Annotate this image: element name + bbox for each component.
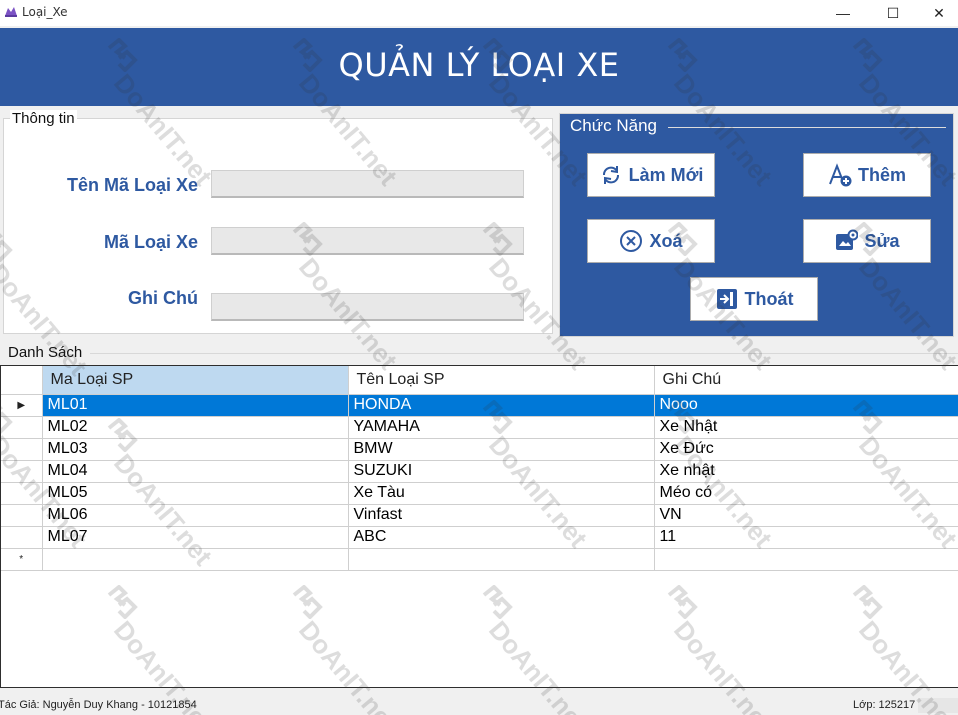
delete-button[interactable]: Xoá — [587, 219, 715, 263]
table-row[interactable]: ML02 YAMAHA Xe Nhật — [1, 416, 958, 439]
table-cell[interactable]: Xe Đức — [654, 438, 958, 461]
table-cell[interactable]: Xe Tàu — [348, 482, 655, 505]
row-header[interactable] — [1, 482, 43, 505]
column-header[interactable]: Tên Loại SP — [348, 366, 655, 395]
delete-circle-icon — [620, 230, 643, 252]
table-cell[interactable]: Méo có — [654, 482, 958, 505]
ghi-chu-input[interactable] — [211, 293, 524, 321]
new-row-marker[interactable]: * — [1, 548, 43, 571]
refresh-icon — [602, 166, 619, 184]
table-cell[interactable]: ABC — [348, 526, 655, 549]
table-row[interactable]: ML04 SUZUKI Xe nhật — [1, 460, 958, 483]
add-text-icon — [829, 163, 852, 187]
table-cell[interactable]: YAMAHA — [348, 416, 655, 439]
function-group-legend: Chức Năng — [568, 116, 659, 136]
table-row[interactable]: ML03 BMW Xe Đức — [1, 438, 958, 461]
table-cell[interactable]: ML03 — [42, 438, 349, 461]
edit-button[interactable]: Sửa — [803, 219, 931, 263]
app-icon — [5, 7, 17, 17]
table-cell[interactable]: SUZUKI — [348, 460, 655, 483]
close-button[interactable]: ✕ — [916, 0, 958, 26]
table-cell[interactable]: 11 — [654, 526, 958, 549]
table-cell[interactable] — [654, 548, 958, 571]
table-cell[interactable]: ML01 — [42, 394, 349, 417]
ghi-chu-label: Ghi Chú — [128, 288, 198, 308]
table-cell[interactable]: Xe nhật — [654, 460, 958, 483]
table-row[interactable]: ▶ ML01 HONDA Nooo — [1, 394, 958, 417]
table-cell[interactable]: ML07 — [42, 526, 349, 549]
maximize-button[interactable]: ☐ — [870, 0, 916, 26]
row-header-corner — [1, 366, 43, 395]
row-header[interactable] — [1, 438, 43, 461]
table-cell[interactable]: ML05 — [42, 482, 349, 505]
info-group: Thông tin Tên Mã Loại Xe Mã Loại Xe Ghi … — [3, 110, 553, 334]
row-header[interactable] — [1, 460, 43, 483]
column-header[interactable]: Ma Loại SP — [42, 366, 349, 395]
function-group-border — [668, 127, 946, 128]
table-row[interactable]: ML06 Vinfast VN — [1, 504, 958, 527]
exit-button-label: Thoát — [744, 288, 794, 309]
table-cell[interactable]: HONDA — [348, 394, 655, 417]
table-cell[interactable]: ML02 — [42, 416, 349, 439]
page-title: QUẢN LÝ LOẠI XE — [338, 46, 620, 84]
function-group: Chức Năng Làm Mới Thêm Xoá Sửa Thoát — [559, 113, 954, 337]
row-header[interactable] — [1, 526, 43, 549]
ma-loai-xe-label: Mã Loại Xe — [103, 232, 198, 252]
ma-loai-xe-input[interactable] — [211, 227, 524, 255]
row-header[interactable] — [1, 504, 43, 527]
data-table: Ma Loại SP Tên Loại SP Ghi Chú ▶ ML01 HO… — [1, 366, 958, 571]
table-cell[interactable] — [42, 548, 349, 571]
status-bar-grip — [918, 698, 958, 713]
table-cell[interactable]: ML04 — [42, 460, 349, 483]
row-header[interactable] — [1, 416, 43, 439]
edit-button-label: Sửa — [864, 230, 900, 251]
info-group-legend: Thông tin — [10, 110, 77, 127]
author-text: Tác Giả: Nguyễn Duy Khang - 10121854 — [0, 699, 197, 711]
ten-ma-loai-xe-input[interactable] — [211, 170, 524, 198]
app-window: Loại_Xe — ☐ ✕ QUẢN LÝ LOẠI XE Thông tin … — [0, 0, 958, 715]
list-group-border — [90, 353, 958, 354]
status-bar: Tác Giả: Nguyễn Duy Khang - 10121854 Lớp… — [0, 696, 958, 715]
add-button-label: Thêm — [857, 164, 906, 185]
table-cell[interactable] — [348, 548, 655, 571]
row-selector-arrow[interactable]: ▶ — [1, 394, 43, 417]
window-title: Loại_Xe — [22, 5, 68, 19]
edit-settings-icon — [836, 229, 859, 250]
refresh-button-label: Làm Mới — [628, 164, 704, 185]
delete-button-label: Xoá — [649, 230, 683, 251]
class-text: Lớp: 125217 — [853, 699, 916, 711]
table-cell[interactable]: Nooo — [654, 394, 958, 417]
table-row[interactable]: ML05 Xe Tàu Méo có — [1, 482, 958, 505]
table-cell[interactable]: Xe Nhật — [654, 416, 958, 439]
table-row[interactable]: ML07 ABC 11 — [1, 526, 958, 549]
header-banner: QUẢN LÝ LOẠI XE — [0, 28, 958, 106]
new-row[interactable]: * — [1, 548, 958, 571]
table-cell[interactable]: Vinfast — [348, 504, 655, 527]
data-grid[interactable]: Ma Loại SP Tên Loại SP Ghi Chú ▶ ML01 HO… — [0, 365, 958, 688]
header-row: Ma Loại SP Tên Loại SP Ghi Chú — [1, 366, 958, 395]
refresh-button[interactable]: Làm Mới — [587, 153, 715, 197]
list-label: Danh Sách — [8, 344, 86, 361]
table-cell[interactable]: VN — [654, 504, 958, 527]
add-button[interactable]: Thêm — [803, 153, 931, 197]
title-bar: Loại_Xe — ☐ ✕ — [0, 0, 958, 26]
ten-ma-loai-xe-label: Tên Mã Loại Xe — [66, 175, 198, 195]
exit-icon — [716, 289, 737, 309]
table-cell[interactable]: ML06 — [42, 504, 349, 527]
exit-button[interactable]: Thoát — [690, 277, 818, 321]
table-cell[interactable]: BMW — [348, 438, 655, 461]
minimize-button[interactable]: — — [820, 0, 866, 26]
column-header[interactable]: Ghi Chú — [654, 366, 958, 395]
